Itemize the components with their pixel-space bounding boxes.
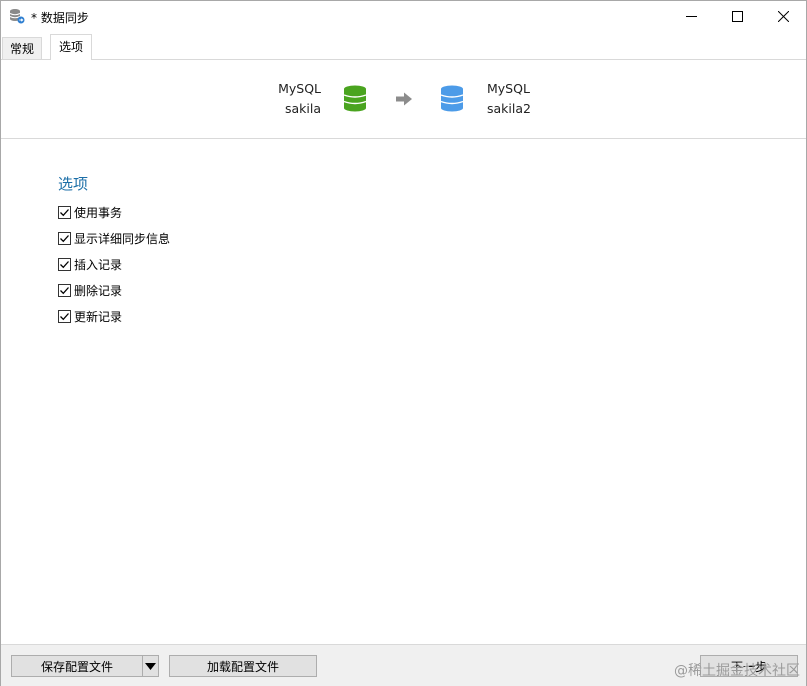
option-label: 插入记录 — [74, 257, 123, 272]
show-verbose-info-checkbox[interactable] — [58, 231, 71, 245]
delete-records-checkbox[interactable] — [58, 283, 71, 297]
insert-records-checkbox[interactable] — [58, 257, 71, 271]
option-update-records[interactable]: 更新记录 — [58, 308, 122, 324]
option-insert-records[interactable]: 插入记录 — [58, 256, 122, 272]
use-transaction-checkbox[interactable] — [58, 205, 71, 219]
option-delete-records[interactable]: 删除记录 — [58, 282, 122, 298]
maximize-button[interactable] — [714, 1, 760, 31]
options-section-title: 选项 — [58, 175, 89, 193]
save-profile-dropdown-button[interactable] — [142, 655, 159, 677]
option-show-verbose-info[interactable]: 显示详细同步信息 — [58, 230, 170, 246]
sync-header: MySQL sakila MySQL sakila2 — [1, 60, 806, 139]
maximize-icon — [731, 10, 743, 22]
option-label: 更新记录 — [74, 309, 123, 324]
target-database-icon — [440, 85, 464, 113]
dropdown-arrow-icon — [145, 662, 156, 670]
bottom-bar: 保存配置文件 加载配置文件 下一步 @稀土掘金技术社区 — [1, 644, 806, 686]
load-profile-button[interactable]: 加载配置文件 — [169, 655, 317, 677]
checkmark-icon — [60, 260, 69, 268]
option-use-transaction[interactable]: 使用事务 — [58, 204, 122, 220]
source-info: MySQL sakila — [231, 79, 321, 119]
watermark: @稀土掘金技术社区 — [674, 663, 800, 679]
save-profile-button[interactable]: 保存配置文件 — [11, 655, 143, 677]
source-name: sakila — [284, 101, 321, 116]
arrow-right-icon — [395, 92, 413, 106]
source-type: MySQL — [278, 81, 321, 96]
option-label: 使用事务 — [74, 205, 123, 220]
tab-general[interactable]: 常规 — [2, 37, 43, 59]
source-database-icon — [343, 85, 367, 113]
checkmark-icon — [60, 312, 69, 320]
target-name: sakila2 — [487, 101, 531, 116]
option-label: 删除记录 — [74, 283, 123, 298]
tab-options[interactable]: 选项 — [50, 34, 93, 61]
update-records-checkbox[interactable] — [58, 309, 71, 323]
minimize-button[interactable] — [668, 1, 714, 31]
target-info: MySQL sakila2 — [487, 79, 587, 119]
sync-window: * 数据同步 常规 选项 MySQL sakila MySQL sakila2 … — [0, 0, 807, 686]
close-icon — [777, 10, 789, 22]
target-type: MySQL — [487, 81, 530, 96]
checkmark-icon — [60, 234, 69, 242]
title-bar: * 数据同步 — [1, 1, 806, 33]
data-sync-app-icon — [9, 8, 25, 24]
minimize-icon — [685, 15, 697, 17]
window-title: * 数据同步 — [31, 11, 89, 25]
close-button[interactable] — [760, 1, 806, 31]
option-label: 显示详细同步信息 — [74, 231, 171, 246]
checkmark-icon — [60, 286, 69, 294]
tab-strip: 常规 选项 — [1, 34, 806, 61]
checkmark-icon — [60, 208, 69, 216]
